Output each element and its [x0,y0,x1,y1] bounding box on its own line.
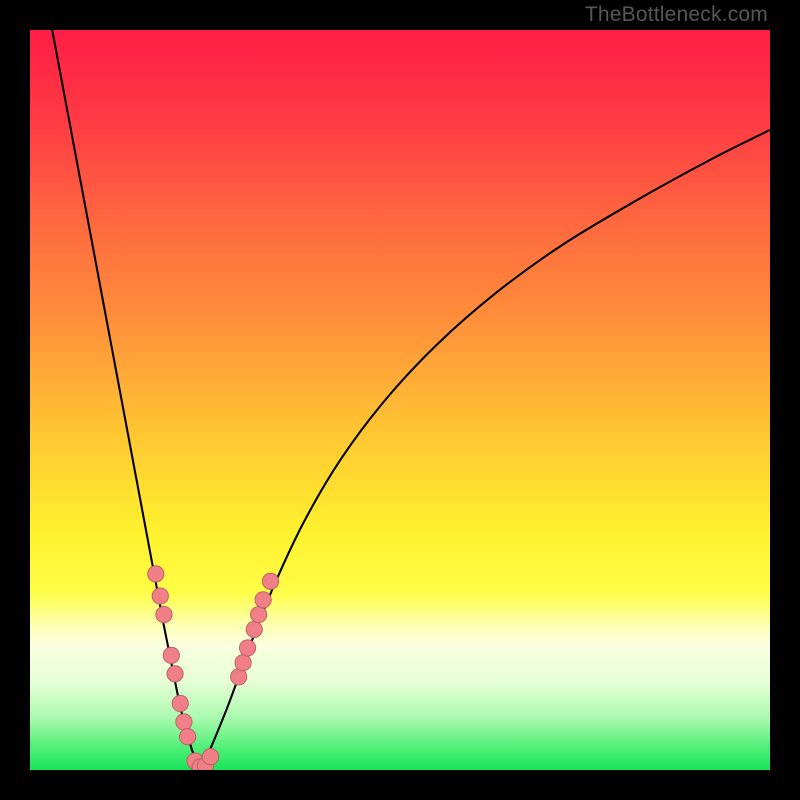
plot-area [30,30,770,770]
chart-frame: TheBottleneck.com [0,0,800,800]
data-marker [156,606,172,622]
data-marker [176,714,192,730]
data-marker [152,588,168,604]
data-marker [202,749,218,765]
data-marker [251,606,267,622]
data-marker [262,573,278,589]
data-marker [235,655,251,671]
data-marker [246,621,262,637]
curve-layer [30,30,770,770]
watermark-text: TheBottleneck.com [585,3,768,27]
data-markers [148,566,279,770]
data-marker [255,592,271,608]
data-marker [172,695,188,711]
data-marker [167,666,183,682]
data-marker [239,640,255,656]
data-marker [163,647,179,663]
curve-right-branch [200,130,770,767]
data-marker [179,729,195,745]
data-marker [148,566,164,582]
